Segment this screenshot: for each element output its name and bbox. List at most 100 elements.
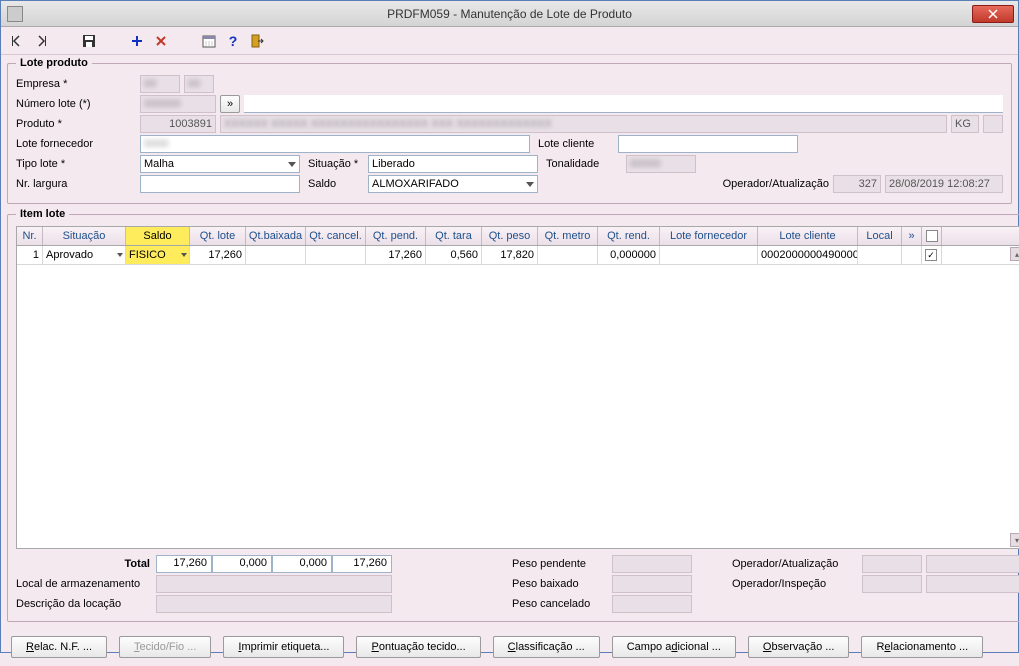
desc-loc-field: [156, 595, 392, 613]
col-qt-baixada[interactable]: Qt.baixada: [246, 227, 306, 245]
table-row[interactable]: 1 Aprovado FISICO 17,260 17,260 0,560 17…: [17, 246, 1019, 265]
data-hora-field: 28/08/2019 12:08:27: [885, 175, 1003, 193]
delete-icon: [155, 35, 167, 47]
pontuacao-button[interactable]: Pontuação tecido...: [356, 636, 480, 658]
classif-button[interactable]: Classificação ...: [493, 636, 600, 658]
obs-button[interactable]: Observação ...: [748, 636, 850, 658]
scroll-up[interactable]: ▴: [1010, 247, 1019, 261]
total-qt-cancel: 0,000: [272, 555, 332, 573]
peso-pend-label: Peso pendente: [512, 557, 612, 571]
total-qt-lote: 17,260: [156, 555, 212, 573]
help-button[interactable]: ?: [223, 31, 243, 51]
cell-qt-pend[interactable]: 17,260: [366, 246, 426, 264]
cell-situacao[interactable]: Aprovado: [43, 246, 126, 264]
col-saldo[interactable]: Saldo: [126, 227, 190, 245]
numero-lote-lookup[interactable]: »: [220, 95, 240, 113]
col-situacao[interactable]: Situação: [43, 227, 126, 245]
cell-qt-rend[interactable]: 0,000000: [598, 246, 660, 264]
cell-lote-forn[interactable]: [660, 246, 758, 264]
cell-qt-baixada[interactable]: [246, 246, 306, 264]
lote-cliente-label: Lote cliente: [538, 137, 614, 151]
saldo-label: Saldo: [308, 177, 364, 191]
col-qt-tara[interactable]: Qt. tara: [426, 227, 482, 245]
desc-loc-label: Descrição da locação: [16, 597, 156, 611]
col-qt-pend[interactable]: Qt. pend.: [366, 227, 426, 245]
cell-qt-cancel[interactable]: [306, 246, 366, 264]
grid-body: 1 Aprovado FISICO 17,260 17,260 0,560 17…: [17, 246, 1019, 548]
col-lote-cliente[interactable]: Lote cliente: [758, 227, 858, 245]
local-arm-label: Local de armazenamento: [16, 577, 156, 591]
local-arm-field: [156, 575, 392, 593]
numero-lote-field[interactable]: 000000: [140, 95, 216, 113]
saldo-combo[interactable]: ALMOXARIFADO: [368, 175, 538, 193]
cell-qt-tara[interactable]: 0,560: [426, 246, 482, 264]
col-nr[interactable]: Nr.: [17, 227, 43, 245]
col-check[interactable]: [922, 227, 942, 245]
cell-saldo[interactable]: FISICO: [126, 246, 190, 264]
col-qt-cancel[interactable]: Qt. cancel.: [306, 227, 366, 245]
toolbar: ?: [1, 27, 1018, 55]
imprimir-button[interactable]: Imprimir etiqueta...: [223, 636, 344, 658]
exit-icon: [250, 34, 264, 48]
item-lote-legend: Item lote: [16, 208, 69, 220]
numero-lote-desc[interactable]: [244, 95, 1003, 113]
operador-field: 327: [833, 175, 881, 193]
lote-forn-field[interactable]: 0000: [140, 135, 530, 153]
relacion-button[interactable]: Relacionamento ...: [861, 636, 983, 658]
col-qt-peso[interactable]: Qt. peso: [482, 227, 538, 245]
add-button[interactable]: [127, 31, 147, 51]
lote-produto-legend: Lote produto: [16, 57, 92, 69]
nav-prev-button[interactable]: [7, 31, 27, 51]
button-bar: Relac. N.F. ... Tecido/Fio ... Imprimir …: [1, 628, 1018, 666]
cell-check[interactable]: ✓: [922, 246, 942, 264]
window-title: PRDFM059 - Manutenção de Lote de Produto: [1, 7, 1018, 21]
cell-qt-lote[interactable]: 17,260: [190, 246, 246, 264]
calendar-icon: [202, 34, 216, 48]
close-button[interactable]: [972, 5, 1014, 23]
exit-button[interactable]: [247, 31, 267, 51]
save-icon: [82, 34, 96, 48]
arrow-right-icon: [34, 34, 48, 48]
scroll-down[interactable]: ▾: [1010, 533, 1019, 547]
lote-produto-group: Lote produto Empresa * 00 00 Número lote…: [7, 57, 1012, 204]
row-checkbox[interactable]: ✓: [925, 249, 937, 261]
cell-qt-peso[interactable]: 17,820: [482, 246, 538, 264]
op-insp-field: [862, 575, 922, 593]
col-qt-lote[interactable]: Qt. lote: [190, 227, 246, 245]
op-insp-label: Operador/Inspeção: [732, 577, 862, 591]
close-icon: [988, 9, 998, 19]
situacao-field[interactable]: Liberado: [368, 155, 538, 173]
op-insp-date: [926, 575, 1019, 593]
cell-local[interactable]: [858, 246, 902, 264]
produto-extra: [983, 115, 1003, 133]
header-checkbox[interactable]: [926, 230, 938, 242]
peso-canc-label: Peso cancelado: [512, 597, 612, 611]
cell-lote-cliente[interactable]: 0002000000490000: [758, 246, 858, 264]
total-label: Total: [16, 558, 156, 570]
col-local[interactable]: Local: [858, 227, 902, 245]
operador-label: Operador/Atualização: [723, 177, 829, 191]
tonalidade-field: 00000: [626, 155, 696, 173]
cell-qt-metro[interactable]: [538, 246, 598, 264]
peso-canc-field: [612, 595, 692, 613]
cell-more[interactable]: [902, 246, 922, 264]
col-qt-rend[interactable]: Qt. rend.: [598, 227, 660, 245]
col-lote-forn[interactable]: Lote fornecedor: [660, 227, 758, 245]
arrow-left-icon: [10, 34, 24, 48]
col-more[interactable]: »: [902, 227, 922, 245]
nav-next-button[interactable]: [31, 31, 51, 51]
col-qt-metro[interactable]: Qt. metro: [538, 227, 598, 245]
nr-largura-field[interactable]: [140, 175, 300, 193]
campo-button[interactable]: Campo adicional ...: [612, 636, 736, 658]
lote-forn-label: Lote fornecedor: [16, 137, 136, 151]
delete-button[interactable]: [151, 31, 171, 51]
tecido-button: Tecido/Fio ...: [119, 636, 211, 658]
tipo-lote-combo[interactable]: Malha: [140, 155, 300, 173]
save-button[interactable]: [79, 31, 99, 51]
calendar-button[interactable]: [199, 31, 219, 51]
nr-largura-label: Nr. largura: [16, 177, 136, 191]
lote-cliente-field[interactable]: [618, 135, 798, 153]
app-icon: [7, 6, 23, 22]
relac-nf-button[interactable]: Relac. N.F. ...: [11, 636, 107, 658]
total-qt-baixada: 0,000: [212, 555, 272, 573]
